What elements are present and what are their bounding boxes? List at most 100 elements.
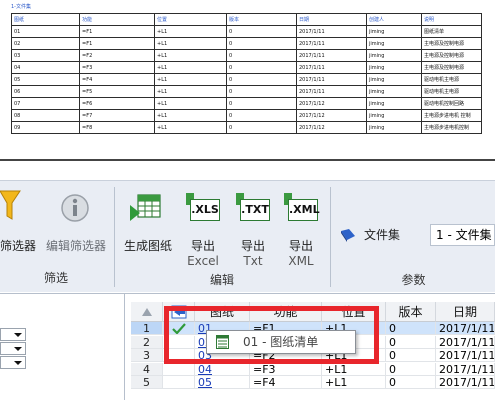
- table-cell: =F3: [250, 362, 322, 376]
- preview-border: [0, 159, 495, 161]
- preview-cell: 0: [226, 25, 297, 38]
- drawing-link[interactable]: 05: [195, 376, 250, 389]
- preview-cell: 07: [11, 97, 80, 110]
- filter-combo[interactable]: [0, 342, 26, 355]
- ribbon-separator: [114, 187, 115, 287]
- preview-cell: 2017/1/11: [296, 37, 367, 50]
- txt-export-icon: .TXT: [236, 193, 270, 223]
- fileset-label: 文件集: [364, 228, 401, 242]
- preview-cell: 主电源步进电机 控制: [421, 109, 482, 122]
- preview-cell: 02: [11, 37, 80, 50]
- fileset-icon: [341, 229, 355, 242]
- generate-drawing-button[interactable]: 生成图纸: [118, 189, 178, 259]
- table-cell: 2017/1/11: [436, 349, 495, 362]
- preview-cell: +L1: [154, 49, 227, 62]
- chevron-down-icon: [14, 361, 22, 365]
- table-row[interactable]: 4 04 =F3 +L1 0 2017/1/11: [131, 362, 495, 376]
- export-excel-button[interactable]: .XLS 导出 Excel: [180, 189, 226, 268]
- row-number: 4: [131, 362, 163, 376]
- preview-cell: 0: [226, 73, 297, 86]
- preview-cell: 0: [226, 97, 297, 110]
- info-icon: [61, 194, 89, 222]
- row-number: 1: [131, 322, 163, 335]
- left-filter-pane: [0, 294, 125, 400]
- fileset-select[interactable]: 1 - 文件集: [430, 224, 495, 246]
- preview-cell: jiming: [366, 97, 422, 110]
- preview-cell: +L1: [154, 109, 227, 122]
- fileset-label-box: 文件集: [338, 225, 430, 245]
- preview-cell: =F5: [79, 85, 155, 98]
- preview-cell: 2017/1/11: [296, 85, 367, 98]
- preview-row: 03 =F2 +L1 0 2017/1/11 jiming 主电源及控制电源: [11, 49, 482, 62]
- preview-cell: 04: [11, 61, 80, 74]
- xml-export-icon: .XML: [284, 193, 320, 223]
- preview-cell: 0: [226, 121, 297, 134]
- table-cell: 2017/1/11: [436, 362, 495, 376]
- table-cell: =F4: [250, 376, 322, 389]
- preview-cell: 日期: [296, 13, 367, 26]
- preview-cell: 功能: [79, 13, 155, 26]
- export-txt-label: 导出: [240, 239, 265, 253]
- preview-cell: jiming: [366, 73, 422, 86]
- preview-table: 图纸 功能 位置 版本 日期 创建人 说明 01 =F1 +L1 0 2017/1/11 jiming 图…: [11, 13, 482, 134]
- row-number: 5: [131, 376, 163, 389]
- preview-cell: 2017/1/12: [296, 121, 367, 134]
- table-cell: +L1: [322, 376, 386, 389]
- preview-row: 06 =F5 +L1 0 2017/1/11 jiming 驱动电机主电源: [11, 85, 482, 98]
- highlight-box: [164, 306, 379, 364]
- filter-combo[interactable]: [0, 328, 26, 341]
- table-cell: 0: [386, 322, 436, 335]
- preview-row: 05 =F4 +L1 0 2017/1/11 jiming 驱动电机主电源: [11, 73, 482, 86]
- grid-corner[interactable]: [131, 302, 163, 322]
- table-cell: 2017/1/11: [436, 322, 495, 335]
- preview-cell: 驱动电机主电源: [421, 73, 482, 86]
- preview-cell: 驱动电机控制回路: [421, 97, 482, 110]
- table-cell: 2017/1/11: [436, 376, 495, 389]
- preview-cell: 主电源及控制电源: [421, 49, 482, 62]
- preview-cell: 主电源及控制电源: [421, 37, 482, 50]
- table-cell: 0: [386, 362, 436, 376]
- column-header[interactable]: 日期: [436, 302, 495, 322]
- export-txt-sublabel: Txt: [243, 254, 263, 268]
- filter-group: 筛选器 编辑筛选器 筛选: [0, 187, 112, 289]
- preview-cell: jiming: [366, 121, 422, 134]
- preview-cell: 2017/1/11: [296, 73, 367, 86]
- export-xml-label: 导出: [288, 239, 313, 253]
- chevron-down-icon: [14, 347, 22, 351]
- preview-row: 04 =F3 +L1 0 2017/1/11 jiming 主电源及控制电源: [11, 61, 482, 74]
- preview-cell: 2017/1/12: [296, 97, 367, 110]
- edit-filter-button[interactable]: 编辑筛选器: [36, 189, 112, 259]
- filter-combo[interactable]: [0, 356, 26, 369]
- filter-button[interactable]: 筛选器: [0, 189, 38, 259]
- column-header[interactable]: 版本: [386, 302, 436, 322]
- preview-cell: jiming: [366, 61, 422, 74]
- preview-cell: 版本: [226, 13, 297, 26]
- generate-drawing-icon: [130, 194, 161, 221]
- preview-cell: =F1: [79, 25, 155, 38]
- preview-cell: =F1: [79, 37, 155, 50]
- preview-cell: =F2: [79, 49, 155, 62]
- generate-drawing-label: 生成图纸: [123, 239, 172, 253]
- preview-cell: =F6: [79, 97, 155, 110]
- preview-cell: 05: [11, 73, 80, 86]
- preview-cell: 0: [226, 109, 297, 122]
- preview-cell: 图纸清单: [421, 25, 482, 38]
- preview-row: 01 =F1 +L1 0 2017/1/11 jiming 图纸清单: [11, 25, 482, 38]
- drawing-link[interactable]: 04: [195, 362, 250, 376]
- preview-cell: 2017/1/12: [296, 109, 367, 122]
- export-xml-button[interactable]: .XML 导出 XML: [278, 189, 324, 268]
- export-txt-button[interactable]: .TXT 导出 Txt: [230, 189, 276, 268]
- preview-cell: +L1: [154, 97, 227, 110]
- preview-cell: 0: [226, 49, 297, 62]
- preview-cell: +L1: [154, 85, 227, 98]
- export-xml-sublabel: XML: [288, 254, 314, 268]
- table-row[interactable]: 5 05 =F4 +L1 0 2017/1/11: [131, 376, 495, 389]
- preview-cell: +L1: [154, 25, 227, 38]
- export-excel-label: 导出: [190, 239, 215, 253]
- preview-row: 07 =F6 +L1 0 2017/1/12 jiming 驱动电机控制回路: [11, 97, 482, 110]
- preview-cell: 主电源步进电机控制: [421, 121, 482, 134]
- ribbon-separator: [330, 187, 331, 287]
- preview-cell: =F4: [79, 73, 155, 86]
- table-cell: +L1: [322, 362, 386, 376]
- preview-cell: 08: [11, 109, 80, 122]
